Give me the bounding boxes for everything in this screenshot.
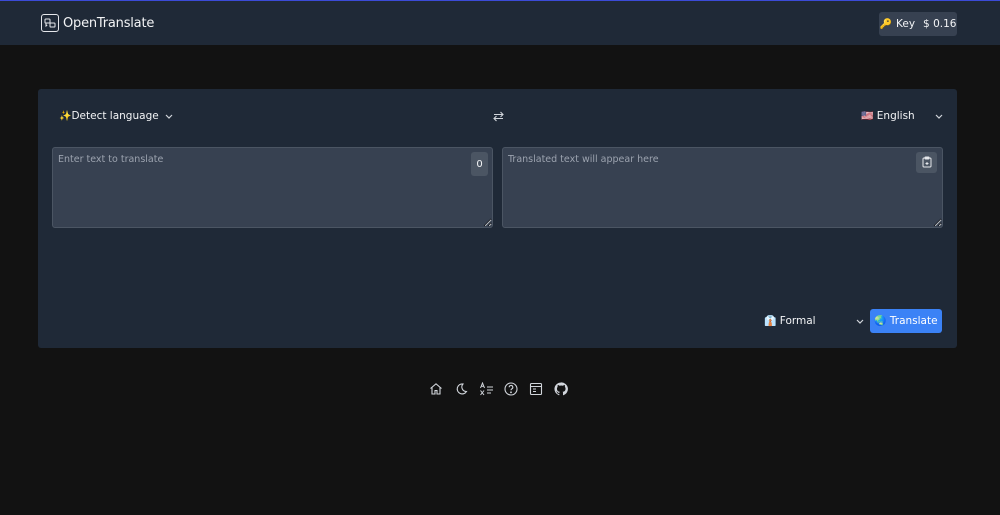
translate-button-label: Translate: [889, 315, 938, 327]
sparkles-icon: ✨: [59, 111, 72, 122]
key-button-label: Key: [896, 18, 916, 30]
translate-logo-icon: [41, 14, 59, 32]
balance-text: $ 0.16: [923, 18, 957, 30]
target-language-select[interactable]: 🇺🇸 English: [861, 108, 943, 124]
source-language-select[interactable]: ✨Detect language: [59, 108, 173, 124]
copy-translation-button[interactable]: [916, 152, 937, 173]
tone-select[interactable]: 👔 Formal: [764, 312, 864, 330]
translated-text-output[interactable]: [502, 147, 943, 228]
tone-label: Formal: [779, 315, 816, 327]
key-icon: 🔑: [879, 18, 892, 30]
language-icon[interactable]: [478, 381, 494, 397]
globe-icon: 🌏: [874, 315, 887, 327]
swap-languages-button[interactable]: [492, 109, 504, 123]
us-flag-icon: 🇺🇸: [861, 111, 874, 122]
translator-panel: ✨Detect language 🇺🇸 English 0: [38, 89, 957, 348]
api-key-button[interactable]: 🔑 Key $ 0.16: [879, 12, 957, 36]
brand[interactable]: OpenTranslate: [41, 13, 154, 33]
clipboard-icon: [922, 153, 932, 172]
moon-icon[interactable]: [453, 381, 469, 397]
github-icon[interactable]: [553, 381, 569, 397]
app-name: OpenTranslate: [63, 15, 155, 31]
source-language-label: Detect language: [71, 110, 159, 122]
home-icon[interactable]: [428, 381, 444, 397]
necktie-icon: 👔: [764, 316, 777, 327]
footer-nav: [428, 381, 569, 397]
swap-arrows-icon: [492, 107, 504, 126]
layout-icon[interactable]: [528, 381, 544, 397]
source-text-input[interactable]: [52, 147, 493, 228]
help-icon[interactable]: [503, 381, 519, 397]
chevron-down-icon: [935, 110, 943, 122]
character-count-badge: 0: [471, 152, 488, 176]
top-navbar: OpenTranslate 🔑 Key $ 0.16: [0, 0, 1000, 45]
target-language-label: English: [876, 110, 915, 122]
translate-button[interactable]: 🌏 Translate: [870, 309, 942, 333]
chevron-down-icon: [856, 315, 864, 327]
chevron-down-icon: [165, 110, 173, 122]
